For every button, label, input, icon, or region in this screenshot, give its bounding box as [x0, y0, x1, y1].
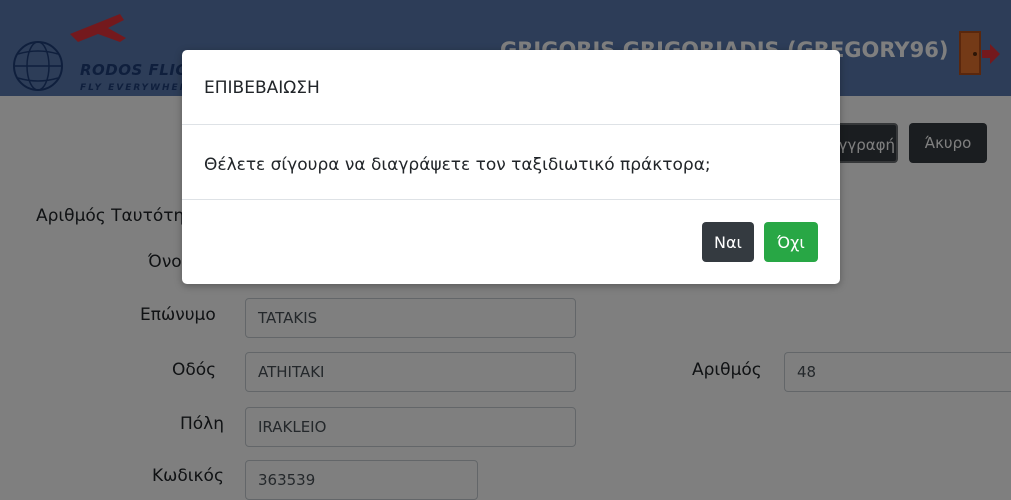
confirm-dialog: ΕΠΙΒΕΒΑΙΩΣΗ Θέλετε σίγουρα να διαγράψετε…	[182, 50, 840, 284]
no-button[interactable]: Όχι	[764, 222, 818, 262]
dialog-message: Θέλετε σίγουρα να διαγράψετε τον ταξιδιω…	[204, 155, 711, 175]
dialog-title: ΕΠΙΒΕΒΑΙΩΣΗ	[204, 78, 320, 98]
dialog-header: ΕΠΙΒΕΒΑΙΩΣΗ	[182, 50, 840, 125]
dialog-body: Θέλετε σίγουρα να διαγράψετε τον ταξιδιω…	[182, 125, 840, 200]
yes-button[interactable]: Ναι	[702, 222, 754, 262]
